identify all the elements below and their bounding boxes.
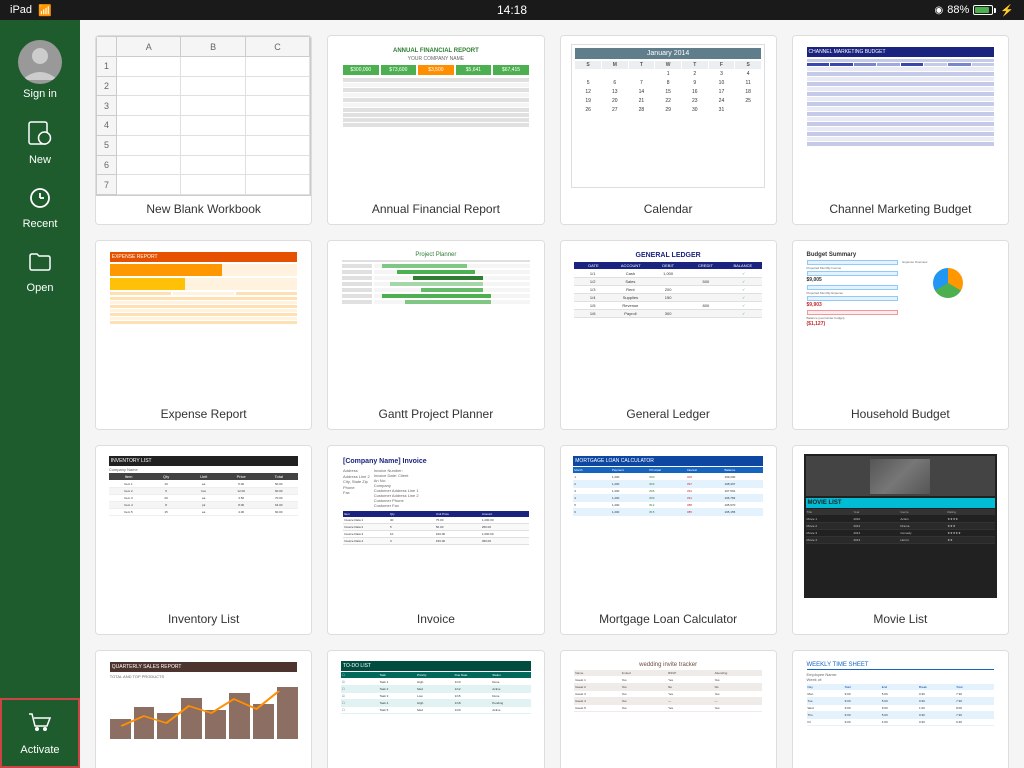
template-movie[interactable]: MOVIE LIST Title Year Genre Rating Movie… xyxy=(792,445,1009,635)
template-label-financial: Annual Financial Report xyxy=(328,196,543,224)
template-blank[interactable]: A B C 1 2 3 4 5 6 7 New Blank Workbook xyxy=(95,35,312,225)
template-label-household: Household Budget xyxy=(793,401,1008,429)
template-preview-timesheet: WEEKLY TIME SHEET Employee Name:Week of:… xyxy=(793,651,1008,768)
template-timesheet[interactable]: WEEKLY TIME SHEET Employee Name:Week of:… xyxy=(792,650,1009,768)
template-preview-movie: MOVIE LIST Title Year Genre Rating Movie… xyxy=(793,446,1008,606)
template-preview-blank: A B C 1 2 3 4 5 6 7 xyxy=(96,36,311,196)
template-invoice[interactable]: [Company Name] Invoice AddressAddress Li… xyxy=(327,445,544,635)
template-channel[interactable]: CHANNEL MARKETING BUDGET xyxy=(792,35,1009,225)
content-area: A B C 1 2 3 4 5 6 7 New Blank Workbook xyxy=(80,20,1024,768)
template-preview-inventory: INVENTORY LIST Company Name Item Qty Uni… xyxy=(96,446,311,606)
template-expense[interactable]: EXPENSE REPORT xyxy=(95,240,312,430)
template-label-inventory: Inventory List xyxy=(96,606,311,634)
template-household[interactable]: Budget Summary Projected Monthly Income … xyxy=(792,240,1009,430)
template-label-ledger: General Ledger xyxy=(561,401,776,429)
template-label-movie: Movie List xyxy=(793,606,1008,634)
template-preview-calendar: January 2014 S M T W T F S 1 xyxy=(561,36,776,196)
template-preview-financial: ANNUAL FINANCIAL REPORT YOUR COMPANY NAM… xyxy=(328,36,543,196)
status-time: 14:18 xyxy=(497,3,527,17)
charging-icon: ⚡ xyxy=(1000,4,1014,17)
template-calendar[interactable]: January 2014 S M T W T F S 1 xyxy=(560,35,777,225)
device-label: iPad xyxy=(10,4,32,16)
template-preview-mortgage: MORTGAGE LOAN CALCULATOR Month Payment P… xyxy=(561,446,776,606)
template-mortgage[interactable]: MORTGAGE LOAN CALCULATOR Month Payment P… xyxy=(560,445,777,635)
template-preview-todo: TO-DO LIST ☐ Task Priority Due Date Stat… xyxy=(328,651,543,768)
status-right: ◉ 88% ⚡ xyxy=(935,4,1014,17)
avatar xyxy=(18,40,62,84)
template-preview-ledger: GENERAL LEDGER DATE ACCOUNT DEBIT CREDIT… xyxy=(561,241,776,401)
location-icon: ◉ xyxy=(935,5,944,16)
template-preview-household: Budget Summary Projected Monthly Income … xyxy=(793,241,1008,401)
template-preview-gantt: Project Planner xyxy=(328,241,543,401)
activate-label: Activate xyxy=(20,744,59,756)
sidebar-item-signin[interactable]: Sign in xyxy=(0,30,80,110)
template-label-blank: New Blank Workbook xyxy=(96,196,311,224)
sidebar: Sign in New Recent xyxy=(0,20,80,768)
battery-label: 88% xyxy=(947,4,969,16)
battery-indicator xyxy=(973,5,996,15)
status-left: iPad 📶 xyxy=(10,4,52,17)
main-layout: Sign in New Recent xyxy=(0,20,1024,768)
template-inventory[interactable]: INVENTORY LIST Company Name Item Qty Uni… xyxy=(95,445,312,635)
template-financial[interactable]: ANNUAL FINANCIAL REPORT YOUR COMPANY NAM… xyxy=(327,35,544,225)
open-icon xyxy=(28,250,52,280)
template-preview-expense: EXPENSE REPORT xyxy=(96,241,311,401)
template-label-mortgage: Mortgage Loan Calculator xyxy=(561,606,776,634)
template-preview-wedding: wedding invite tracker Name Invited RSVP… xyxy=(561,651,776,768)
template-grid: A B C 1 2 3 4 5 6 7 New Blank Workbook xyxy=(95,35,1009,768)
template-wedding[interactable]: wedding invite tracker Name Invited RSVP… xyxy=(560,650,777,768)
template-ledger[interactable]: GENERAL LEDGER DATE ACCOUNT DEBIT CREDIT… xyxy=(560,240,777,430)
template-todo[interactable]: TO-DO LIST ☐ Task Priority Due Date Stat… xyxy=(327,650,544,768)
template-label-invoice: Invoice xyxy=(328,606,543,634)
template-preview-invoice: [Company Name] Invoice AddressAddress Li… xyxy=(328,446,543,606)
template-qsales[interactable]: QUARTERLY SALES REPORT TOTAL AND TOP PRO… xyxy=(95,650,312,768)
wifi-icon: 📶 xyxy=(38,4,52,17)
template-label-expense: Expense Report xyxy=(96,401,311,429)
sidebar-item-open[interactable]: Open xyxy=(0,240,80,304)
recent-label: Recent xyxy=(23,218,58,230)
template-preview-channel: CHANNEL MARKETING BUDGET xyxy=(793,36,1008,196)
sidebar-item-recent[interactable]: Recent xyxy=(0,176,80,240)
template-label-channel: Channel Marketing Budget xyxy=(793,196,1008,224)
template-label-gantt: Gantt Project Planner xyxy=(328,401,543,429)
template-gantt[interactable]: Project Planner xyxy=(327,240,544,430)
open-label: Open xyxy=(27,282,54,294)
activate-button[interactable]: Activate xyxy=(0,698,80,768)
template-preview-qsales: QUARTERLY SALES REPORT TOTAL AND TOP PRO… xyxy=(96,651,311,768)
new-icon xyxy=(27,120,53,152)
sidebar-bottom: Activate xyxy=(0,698,80,768)
status-bar: iPad 📶 14:18 ◉ 88% ⚡ xyxy=(0,0,1024,20)
template-label-calendar: Calendar xyxy=(561,196,776,224)
signin-label: Sign in xyxy=(23,88,57,100)
cart-icon xyxy=(27,710,53,742)
sidebar-item-new[interactable]: New xyxy=(0,110,80,176)
new-label: New xyxy=(29,154,51,166)
recent-icon xyxy=(28,186,52,216)
